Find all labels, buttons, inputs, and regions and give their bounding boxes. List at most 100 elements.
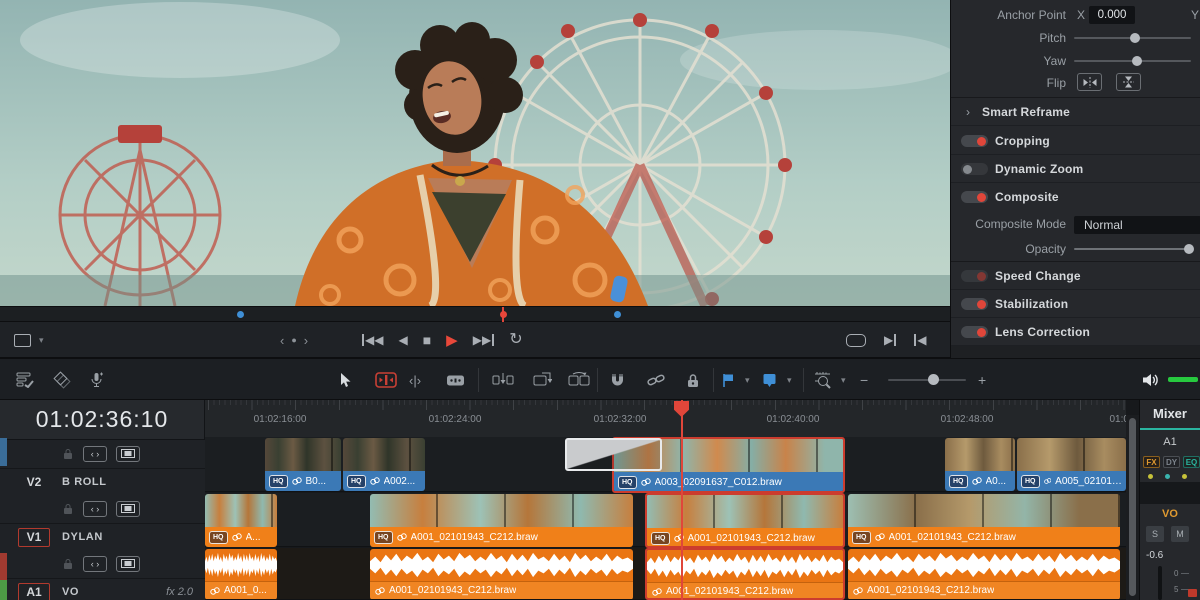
flip-horizontal-button[interactable]: [1077, 73, 1102, 91]
match-frame-icon[interactable]: [846, 334, 866, 347]
go-to-start-button[interactable]: ◀◀: [362, 334, 383, 346]
timeline-vertical-scrollbar[interactable]: [1126, 415, 1139, 600]
jog-dot-icon[interactable]: ●: [291, 335, 296, 345]
track-v1[interactable]: V1 DYLAN ‹ ›: [0, 523, 205, 577]
next-edit-button[interactable]: ▶: [884, 334, 896, 346]
track-lock-icon[interactable]: [62, 558, 74, 570]
composite-mode-dropdown[interactable]: Normal: [1074, 216, 1200, 234]
composite-toggle[interactable]: [961, 191, 988, 203]
stabilization-toggle[interactable]: [961, 298, 988, 310]
play-reverse-button[interactable]: ◀: [398, 334, 407, 346]
audio-clip[interactable]: A001_02101943_C212.braw: [848, 549, 1120, 600]
dynamic-zoom-section[interactable]: Dynamic Zoom: [951, 155, 1200, 183]
filmstrip-icon[interactable]: [116, 446, 140, 462]
flag-icon[interactable]: [722, 359, 735, 401]
flip-vertical-button[interactable]: [1116, 73, 1141, 91]
filmstrip-icon[interactable]: [116, 501, 140, 517]
filmstrip-icon[interactable]: [116, 556, 140, 572]
timeline-clip[interactable]: HQ B0...: [265, 438, 341, 491]
jog-right-icon[interactable]: ›: [304, 333, 308, 348]
stop-button[interactable]: ■: [423, 333, 431, 347]
timeline-clip[interactable]: HQ A005_02101334_...: [1017, 438, 1126, 491]
timeline-clip[interactable]: HQ A002...: [343, 438, 425, 491]
stacked-timelines-icon[interactable]: [52, 359, 72, 401]
viewer-playhead-dot[interactable]: [500, 311, 507, 318]
stabilization-section[interactable]: Stabilization: [951, 290, 1200, 318]
viewer-marker-blue[interactable]: [237, 311, 244, 318]
timeline-timecode[interactable]: 01:02:36:10: [0, 400, 205, 440]
pitch-slider[interactable]: [1074, 37, 1191, 39]
zoom-slider[interactable]: [888, 379, 966, 381]
cropping-section[interactable]: Cropping: [951, 127, 1200, 155]
timeline-clip[interactable]: HQ A001_02101943_C212.braw: [848, 494, 1120, 547]
opacity-slider[interactable]: [1074, 248, 1191, 250]
replace-clip-icon[interactable]: [568, 359, 590, 401]
prev-edit-button[interactable]: ◀: [914, 334, 926, 346]
marker-chevron-icon[interactable]: ▾: [787, 359, 792, 401]
viewer-overlay-icon[interactable]: [14, 334, 31, 347]
video-viewer[interactable]: [0, 0, 950, 306]
track-lock-icon[interactable]: [62, 503, 74, 515]
voiceover-mic-icon[interactable]: [90, 359, 103, 401]
loop-button[interactable]: ↻: [509, 332, 522, 348]
jog-left-icon[interactable]: ‹: [280, 333, 284, 348]
transition-dissolve[interactable]: [565, 438, 662, 471]
zoom-in-button[interactable]: +: [978, 359, 986, 401]
track-v1-id[interactable]: V1: [18, 528, 50, 547]
timeline-clip[interactable]: HQ A001_02101943_C212.braw: [370, 494, 633, 547]
position-lock-icon[interactable]: [686, 359, 700, 401]
viewer-marker-blue[interactable]: [614, 311, 621, 318]
overwrite-clip-icon[interactable]: [532, 359, 552, 401]
yaw-slider[interactable]: [1074, 60, 1191, 62]
linked-selection-icon[interactable]: [647, 359, 665, 401]
viewer-scrub-bar[interactable]: [0, 306, 950, 322]
timeline-clip[interactable]: HQ A0...: [945, 438, 1015, 491]
selection-tool-icon[interactable]: [340, 359, 352, 401]
auto-select-icon[interactable]: ‹ ›: [83, 556, 107, 572]
mixer-eq-button[interactable]: EQ: [1183, 456, 1200, 468]
marker-icon[interactable]: [763, 359, 776, 401]
trim-edit-mode-icon[interactable]: [375, 359, 397, 401]
timeline-zoom-icon[interactable]: [814, 359, 834, 401]
dynamic-trim-icon[interactable]: ‹|›: [409, 359, 421, 401]
audio-clip[interactable]: A001_02101943_C212.braw: [370, 549, 633, 600]
track-a1[interactable]: A1 VO fx 2.0: [0, 578, 205, 600]
zoom-out-button[interactable]: −: [860, 359, 868, 401]
speed-change-toggle[interactable]: [961, 270, 988, 282]
snapping-magnet-icon[interactable]: [609, 359, 626, 401]
go-to-end-button[interactable]: ▶▶: [473, 334, 494, 346]
flag-chevron-icon[interactable]: ▾: [745, 359, 750, 401]
playhead-line[interactable]: [681, 400, 683, 600]
cropping-toggle[interactable]: [961, 135, 988, 147]
speaker-icon[interactable]: [1142, 359, 1159, 401]
audio-clip-selected[interactable]: A001_02101943_C212.braw: [645, 548, 845, 600]
composite-section[interactable]: Composite: [951, 183, 1200, 211]
smart-reframe-section[interactable]: › Smart Reframe: [951, 98, 1200, 126]
mixer-pan-knob-area[interactable]: [1140, 482, 1200, 504]
chevron-down-icon[interactable]: ▾: [39, 335, 44, 346]
insert-clip-icon[interactable]: [492, 359, 514, 401]
timeline-clip-selected[interactable]: HQ A001_02101943_C212.braw: [645, 493, 845, 548]
audio-clip[interactable]: A001_0...: [205, 549, 277, 600]
track-v2-id[interactable]: V2: [18, 473, 50, 492]
timeline-view-options-icon[interactable]: [16, 359, 34, 401]
record-arm-button[interactable]: [1188, 589, 1197, 597]
track-v2[interactable]: V2 B ROLL ‹ ›: [0, 468, 205, 522]
track-a1-fx-badge[interactable]: fx 2.0: [166, 586, 193, 598]
mixer-dynamics-button[interactable]: DY: [1163, 456, 1180, 468]
mute-button[interactable]: M: [1171, 526, 1189, 542]
timeline-clips-area[interactable]: HQ B0... HQ A002... HQ A003_02091637_C01…: [205, 437, 1126, 600]
anchor-x-input[interactable]: 0.000: [1089, 6, 1135, 24]
track-lock-icon[interactable]: [62, 448, 74, 460]
dynamic-zoom-toggle[interactable]: [961, 163, 988, 175]
lens-correction-section[interactable]: Lens Correction: [951, 318, 1200, 346]
timeline-clip[interactable]: HQ A...: [205, 494, 277, 547]
solo-button[interactable]: S: [1146, 526, 1164, 542]
lens-correction-toggle[interactable]: [961, 326, 988, 338]
auto-select-icon[interactable]: ‹ ›: [83, 446, 107, 462]
razor-edit-icon[interactable]: [446, 359, 465, 401]
speed-change-section[interactable]: Speed Change: [951, 262, 1200, 290]
play-button[interactable]: ▶: [446, 333, 458, 348]
auto-select-icon[interactable]: ‹ ›: [83, 501, 107, 517]
track-a1-id[interactable]: A1: [18, 583, 50, 600]
